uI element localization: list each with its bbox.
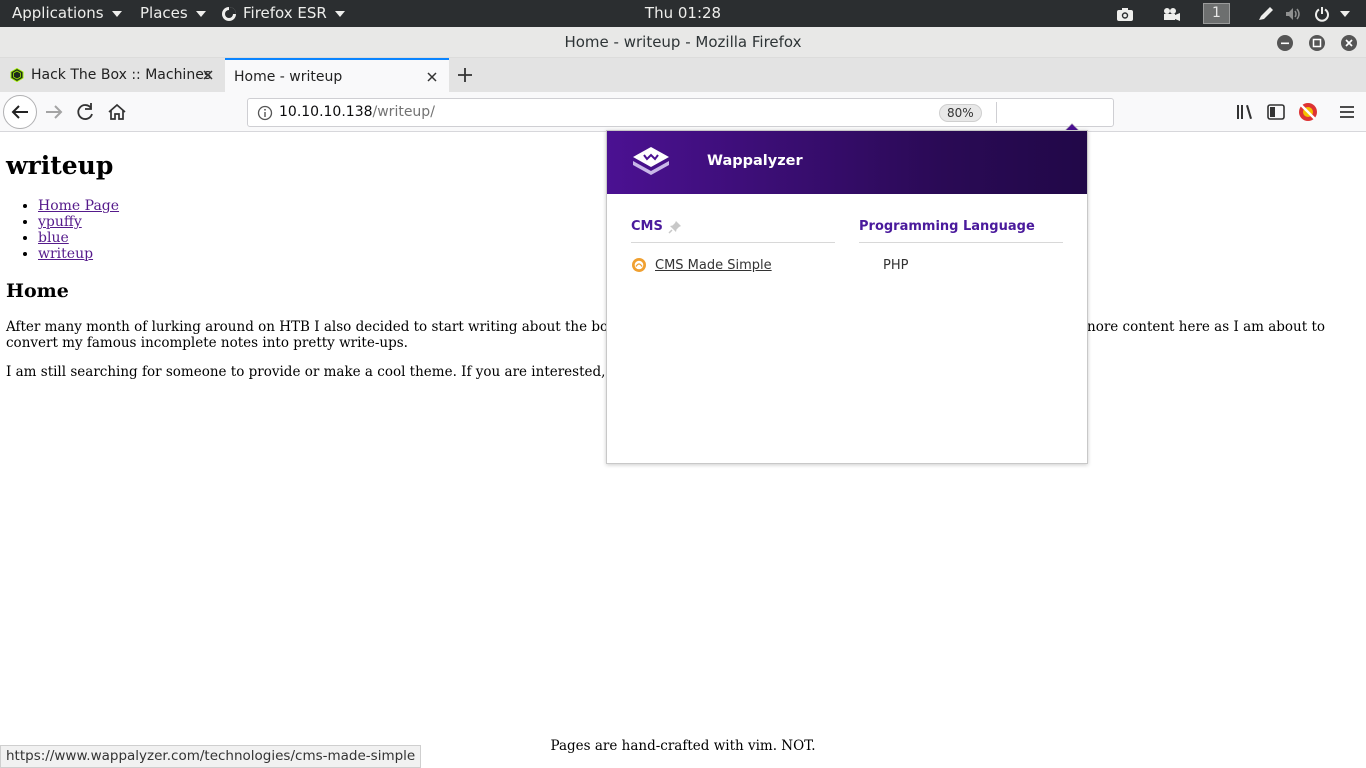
- page-heading: Home: [6, 280, 69, 302]
- nav-link-home-page[interactable]: Home Page: [38, 198, 119, 214]
- url-bar[interactable]: 10.10.10.138/writeup/ 80%: [247, 98, 1114, 127]
- tab-home-writeup[interactable]: Home - writeup: [225, 58, 449, 92]
- theme-paragraph: I am still searching for someone to prov…: [6, 364, 639, 380]
- nav-item: blue: [38, 230, 119, 246]
- wappalyzer-header: Wappalyzer: [607, 131, 1087, 194]
- reload-button[interactable]: [71, 98, 99, 126]
- new-tab-button[interactable]: [456, 66, 474, 84]
- wappalyzer-brand: Wappalyzer: [707, 153, 803, 169]
- intro-paragraph-line2: convert my famous incomplete notes into …: [6, 335, 408, 351]
- chevron-down-icon: [1340, 10, 1350, 17]
- chevron-down-icon: [195, 10, 206, 17]
- home-icon: [108, 103, 126, 120]
- extension-button[interactable]: [1297, 101, 1319, 123]
- nav-link-ypuffy[interactable]: ypuffy: [38, 214, 82, 230]
- nav-item: writeup: [38, 246, 119, 262]
- url-bar-divider: [996, 102, 997, 123]
- firefox-icon: [222, 6, 236, 21]
- url-path: /writeup/: [372, 104, 435, 120]
- nav-item: ypuffy: [38, 214, 119, 230]
- close-window-button[interactable]: [1341, 35, 1357, 51]
- sidebar-button[interactable]: [1266, 102, 1286, 122]
- divider: [631, 242, 835, 243]
- minimize-icon: [1281, 42, 1289, 45]
- applications-menu[interactable]: Applications: [12, 0, 122, 27]
- power-icon: [1315, 6, 1329, 22]
- back-button[interactable]: [3, 95, 37, 129]
- hackthebox-favicon-icon: [10, 68, 24, 82]
- pin-icon[interactable]: [668, 220, 682, 234]
- back-arrow-icon: [11, 105, 28, 119]
- zoom-indicator[interactable]: 80%: [939, 104, 982, 122]
- close-icon: [1345, 39, 1353, 47]
- firefox-app-menu[interactable]: Firefox ESR: [221, 0, 345, 27]
- maximize-button[interactable]: [1309, 35, 1325, 51]
- close-tab-icon[interactable]: [201, 68, 215, 82]
- technology-php[interactable]: PHP: [883, 258, 908, 273]
- noscript-icon: [1299, 103, 1317, 121]
- tab-hack-the-box[interactable]: Hack The Box :: Machines: [0, 58, 224, 92]
- tab-label: Hack The Box :: Machines: [31, 67, 212, 83]
- chevron-down-icon: [111, 10, 122, 17]
- forward-button[interactable]: [40, 98, 68, 126]
- volume-icon[interactable]: [1284, 0, 1304, 27]
- chevron-down-icon: [334, 10, 345, 17]
- pen-icon[interactable]: [1257, 0, 1275, 27]
- divider: [859, 242, 1063, 243]
- site-title: writeup: [6, 151, 114, 180]
- reload-icon: [77, 103, 93, 120]
- cms-made-simple-icon: [632, 258, 646, 272]
- library-button[interactable]: [1235, 102, 1255, 122]
- window-title: Home - writeup - Mozilla Firefox: [564, 33, 802, 51]
- library-icon: [1237, 105, 1252, 119]
- url-text[interactable]: 10.10.10.138/writeup/: [279, 104, 435, 120]
- category-programming-language[interactable]: Programming Language: [859, 219, 1035, 234]
- tab-label: Home - writeup: [234, 69, 343, 85]
- workspace-indicator[interactable]: 1: [1203, 3, 1230, 24]
- screenshot-icon[interactable]: [1116, 0, 1134, 27]
- power-menu[interactable]: [1314, 0, 1350, 27]
- category-cms[interactable]: CMS: [631, 219, 663, 234]
- url-host: 10.10.10.138: [279, 104, 373, 120]
- clock[interactable]: Thu 01:28: [645, 4, 721, 22]
- video-camera-icon[interactable]: [1161, 0, 1181, 27]
- window-title-bar: Home - writeup - Mozilla Firefox: [0, 27, 1366, 58]
- tab-strip: Hack The Box :: Machines Home - writeup: [0, 58, 1366, 92]
- applications-label: Applications: [12, 4, 104, 22]
- maximize-icon: [1312, 38, 1322, 48]
- forward-arrow-icon: [46, 105, 63, 119]
- wappalyzer-logo-icon: [633, 147, 669, 175]
- firefox-menu-label: Firefox ESR: [243, 4, 327, 22]
- close-tab-icon[interactable]: [425, 70, 439, 84]
- minimize-button[interactable]: [1277, 35, 1293, 51]
- nav-item: Home Page: [38, 198, 119, 214]
- places-label: Places: [140, 4, 188, 22]
- sidebar-icon: [1267, 104, 1285, 120]
- hamburger-menu-button[interactable]: [1337, 102, 1357, 122]
- plus-icon: [458, 68, 472, 82]
- home-button[interactable]: [103, 98, 131, 126]
- intro-paragraph-left: After many month of lurking around on HT…: [6, 319, 641, 335]
- hamburger-icon: [1340, 106, 1354, 118]
- technology-cms-made-simple[interactable]: CMS Made Simple: [655, 258, 772, 273]
- site-nav: Home Page ypuffy blue writeup: [38, 198, 119, 262]
- wappalyzer-popup: Wappalyzer CMS CMS Made Simple Programmi…: [606, 130, 1088, 464]
- nav-link-blue[interactable]: blue: [38, 230, 69, 246]
- places-menu[interactable]: Places: [140, 0, 206, 27]
- gnome-top-bar: Applications Places Firefox ESR Thu 01:2…: [0, 0, 1366, 27]
- info-icon[interactable]: [257, 105, 273, 121]
- intro-paragraph-right: nore content here as I am about to: [1087, 319, 1325, 335]
- status-bar-url: https://www.wappalyzer.com/technologies/…: [0, 745, 422, 768]
- nav-link-writeup[interactable]: writeup: [38, 246, 93, 262]
